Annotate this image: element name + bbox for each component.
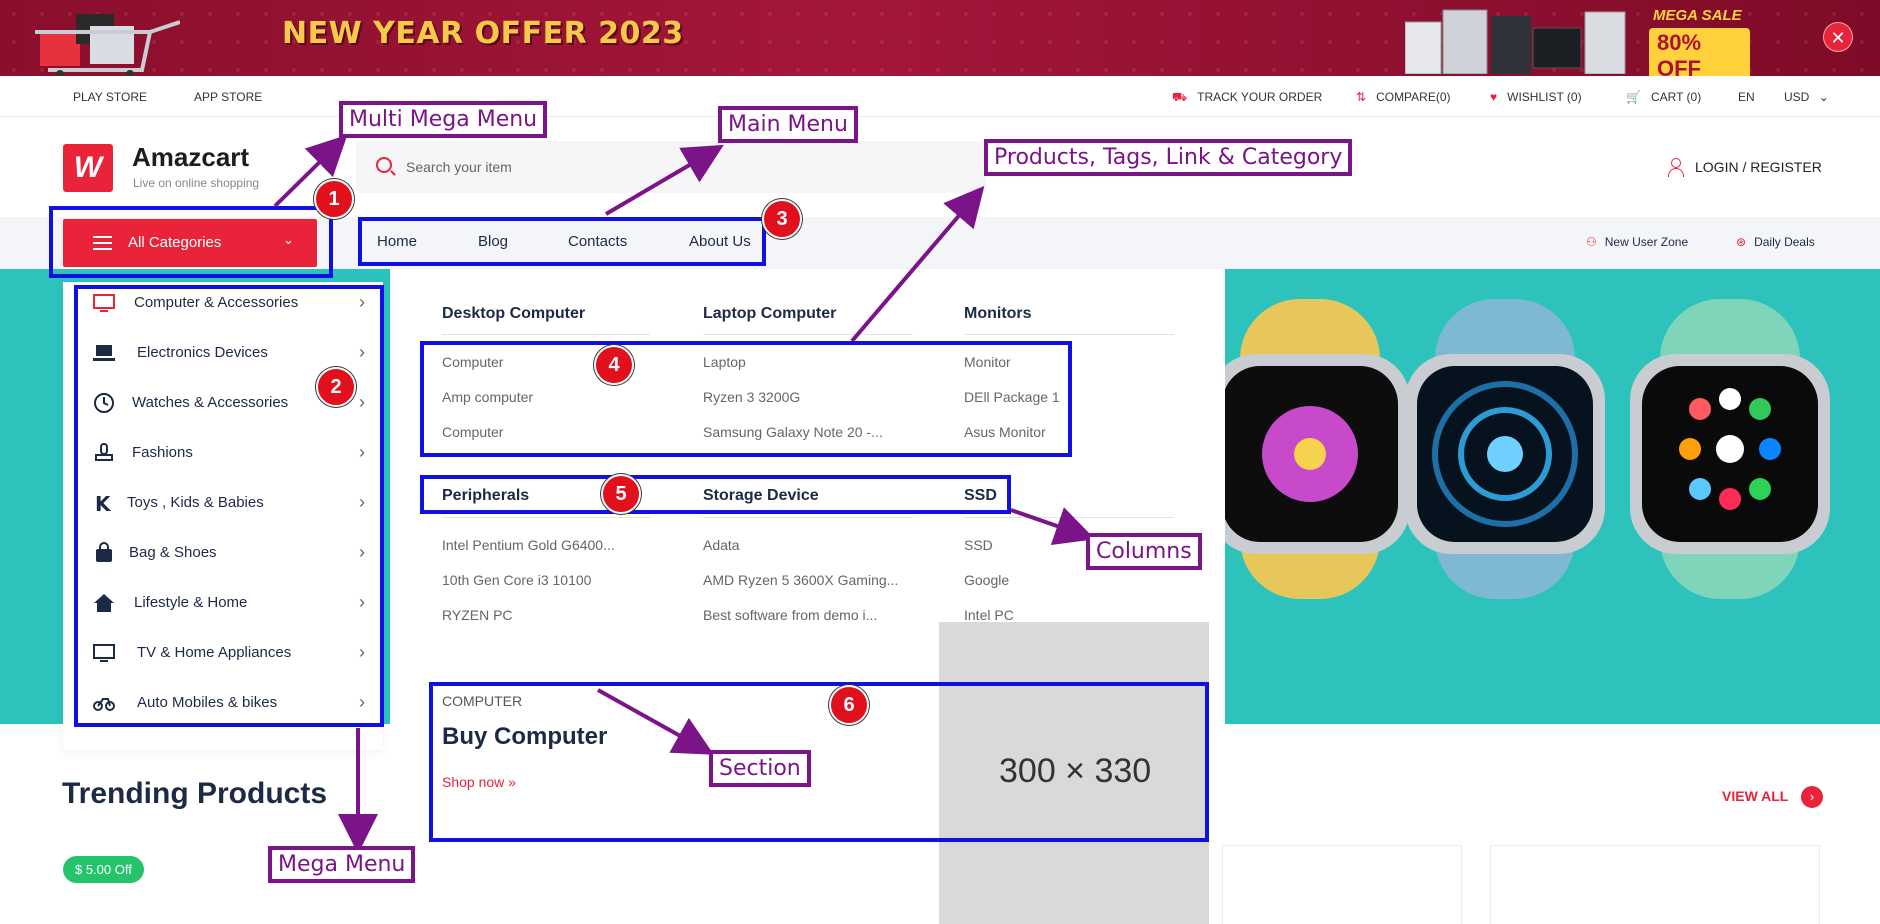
annotation-label-multi-mega-menu: Multi Mega Menu: [339, 101, 548, 138]
user-icon: [1667, 158, 1684, 177]
annotation-box-category-list: [74, 285, 384, 727]
annotation-label-section: Section: [709, 750, 811, 787]
mega-sale-text: MEGA SALE: [1653, 7, 1742, 24]
close-icon[interactable]: ✕: [1823, 22, 1853, 52]
daily-deals-link[interactable]: ⊛ Daily Deals: [1736, 235, 1815, 249]
currency-select[interactable]: USD ⌄: [1784, 90, 1829, 104]
mega-sale-badge: MEGA SALE 80% OFF: [1645, 2, 1750, 76]
track-order-label: TRACK YOUR ORDER: [1197, 90, 1323, 104]
wishlist-label: WISHLIST (0): [1507, 90, 1582, 104]
annotation-box-section: [429, 682, 1209, 842]
app-store-link[interactable]: APP STORE: [194, 90, 262, 104]
shopping-cart-icon: [35, 14, 180, 76]
daily-deals-label: Daily Deals: [1754, 235, 1815, 249]
annotation-number: 1: [314, 179, 354, 219]
play-store-link[interactable]: PLAY STORE: [73, 90, 147, 104]
annotation-box-columns: [420, 475, 1011, 514]
mega-link[interactable]: AMD Ryzen 5 3600X Gaming...: [703, 572, 898, 588]
annotation-label-mega-menu: Mega Menu: [268, 846, 416, 883]
mega-link[interactable]: Adata: [703, 537, 740, 553]
search-bar: [356, 141, 986, 193]
promo-banner[interactable]: NEW YEAR OFFER 2023 MEGA SALE 80% OFF ✕: [0, 0, 1880, 76]
top-bar: PLAY STORE APP STORE ⛟ TRACK YOUR ORDER ⇅…: [0, 76, 1880, 117]
annotation-label-columns: Columns: [1086, 533, 1202, 570]
promo-title: NEW YEAR OFFER 2023: [282, 16, 684, 51]
new-user-zone-link[interactable]: ⚇ New User Zone: [1586, 235, 1688, 249]
annotation-number: 6: [829, 685, 869, 725]
discount-badge: $ 5.00 Off: [63, 856, 144, 883]
yellow-watch-image: [1210, 299, 1410, 599]
divider: [703, 517, 913, 518]
divider: [442, 517, 650, 518]
login-label: LOGIN / REGISTER: [1695, 159, 1822, 175]
mega-link[interactable]: 10th Gen Core i3 10100: [442, 572, 591, 588]
truck-icon: ⛟: [1172, 90, 1188, 104]
annotation-box-products: [420, 341, 1072, 457]
mega-link[interactable]: Intel Pentium Gold G6400...: [442, 537, 615, 553]
track-order-link[interactable]: ⛟ TRACK YOUR ORDER: [1172, 90, 1322, 106]
divider: [703, 334, 913, 335]
column-heading[interactable]: Desktop Computer: [442, 305, 585, 323]
column-heading[interactable]: Monitors: [964, 305, 1032, 323]
annotation-number: 5: [601, 474, 641, 514]
product-card[interactable]: [1222, 845, 1462, 924]
mega-link[interactable]: RYZEN PC: [442, 607, 513, 623]
product-card[interactable]: [1490, 845, 1820, 924]
cart-link[interactable]: 🛒 CART (0): [1626, 90, 1701, 104]
divider: [964, 334, 1174, 335]
search-icon[interactable]: [376, 157, 392, 173]
mega-link[interactable]: Google: [964, 572, 1009, 588]
language-select[interactable]: EN: [1738, 90, 1755, 104]
compare-label: COMPARE(0): [1376, 90, 1451, 104]
annotation-box-all-categories: [49, 206, 333, 278]
wishlist-link[interactable]: ♥ WISHLIST (0): [1490, 90, 1582, 104]
annotation-label-main-menu: Main Menu: [718, 106, 858, 143]
chevron-down-icon: ⌄: [1818, 90, 1829, 104]
brand-name[interactable]: Amazcart: [132, 142, 249, 173]
annotation-number: 4: [594, 345, 634, 385]
cart-label: CART (0): [1650, 90, 1702, 104]
green-watch-image: [1630, 299, 1830, 599]
column-heading[interactable]: Laptop Computer: [703, 305, 836, 323]
arrow-right-icon[interactable]: ›: [1801, 786, 1823, 808]
mega-link[interactable]: SSD: [964, 537, 993, 553]
user-plus-icon: ⚇: [1586, 235, 1597, 249]
deals-icon: ⊛: [1736, 235, 1747, 249]
annotation-number: 2: [316, 367, 356, 407]
appliances-image: [1405, 9, 1626, 74]
search-input[interactable]: [406, 141, 966, 193]
trending-title: Trending Products: [62, 777, 328, 810]
brand-tagline: Live on online shopping: [133, 176, 260, 190]
mega-link[interactable]: Best software from demo i...: [703, 607, 877, 623]
annotation-box-main-menu: [358, 217, 766, 266]
heart-icon: ♥: [1490, 90, 1498, 104]
compare-link[interactable]: ⇅ COMPARE(0): [1356, 90, 1451, 104]
annotation-label-products: Products, Tags, Link & Category: [984, 139, 1353, 176]
cart-icon: 🛒: [1626, 90, 1641, 104]
blue-watch-image: [1405, 299, 1605, 599]
new-user-zone-label: New User Zone: [1604, 235, 1689, 249]
view-all-link[interactable]: VIEW ALL: [1722, 788, 1788, 804]
divider: [964, 517, 1174, 518]
logo[interactable]: W: [63, 144, 113, 192]
currency-label: USD: [1784, 90, 1810, 104]
annotation-number: 3: [762, 199, 802, 239]
discount-text: 80% OFF: [1649, 28, 1750, 76]
compare-icon: ⇅: [1356, 90, 1367, 104]
login-register-link[interactable]: LOGIN / REGISTER: [1667, 158, 1822, 177]
divider: [442, 334, 650, 335]
mega-link[interactable]: Intel PC: [964, 607, 1014, 623]
